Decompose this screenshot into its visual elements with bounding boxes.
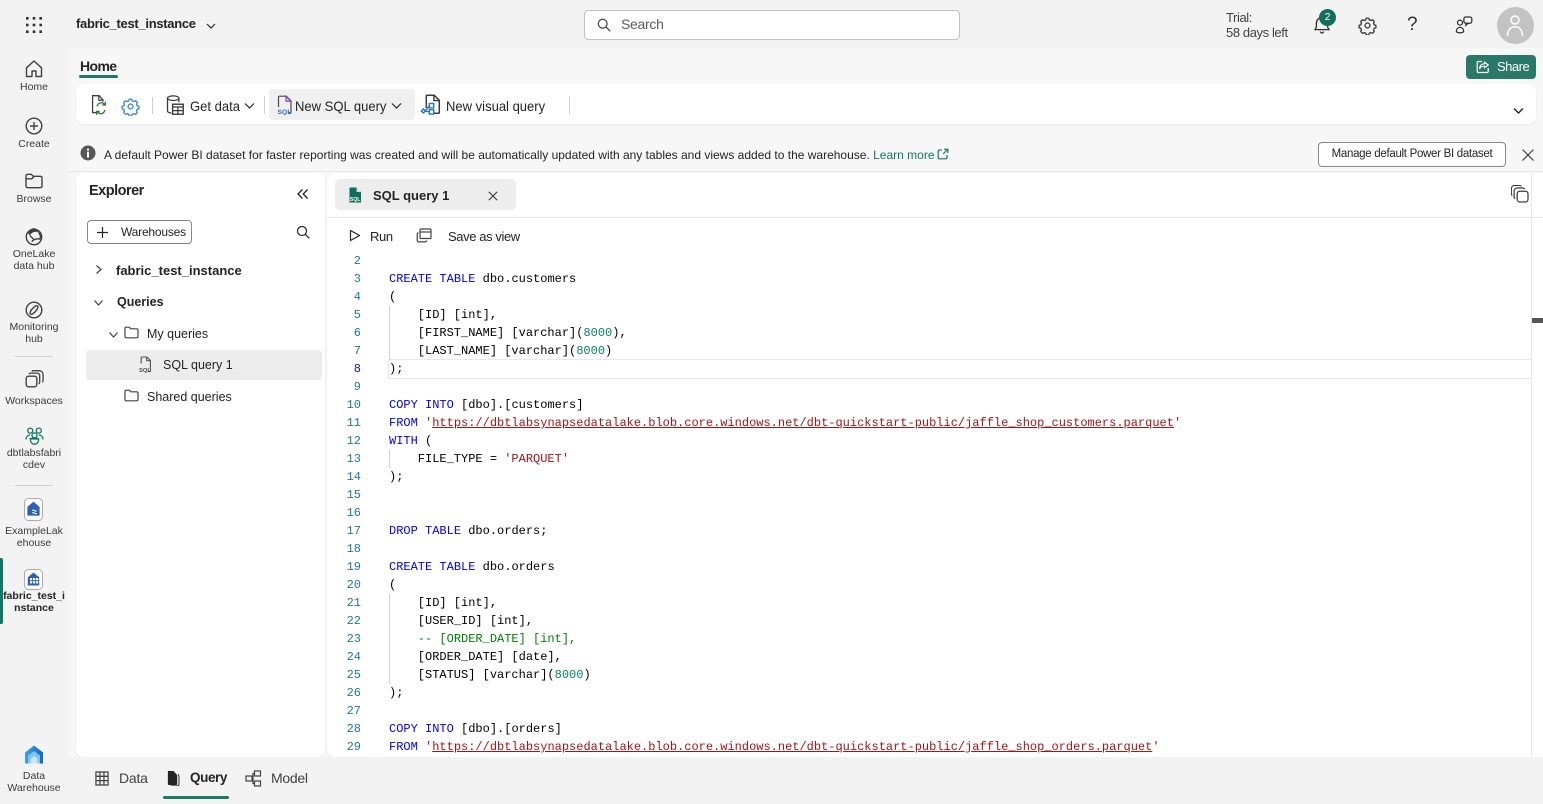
svg-text:SQL: SQL	[350, 197, 361, 203]
svg-text:SQL: SQL	[278, 109, 292, 115]
svg-text:SQL: SQL	[139, 368, 151, 373]
